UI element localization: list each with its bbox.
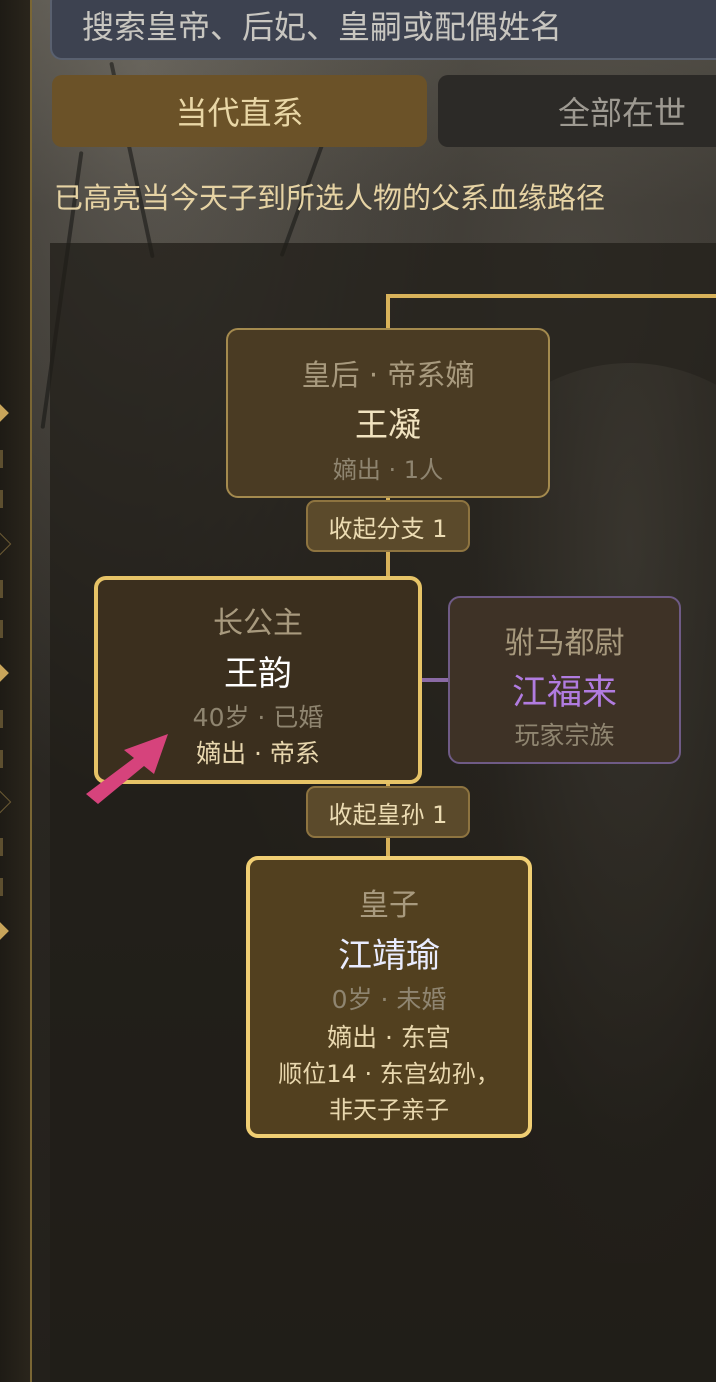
empress-name: 王凝 [355,405,421,444]
rail-diamond-outline-icon [0,790,12,814]
empress-title: 皇后 · 帝系嫡 [301,358,475,392]
search-input[interactable]: 搜索皇帝、后妃、皇嗣或配偶姓名 [50,0,716,60]
lineage-hint-text: 已高亮当今天子到所选人物的父系血缘路径 [54,181,606,215]
empress-card[interactable]: 皇后 · 帝系嫡 王凝 嫡出 · 1人 [226,328,550,498]
rail-tick [0,580,3,598]
rail-tick [0,878,3,896]
empress-sub: 嫡出 · 1人 [332,456,444,484]
prince-age-status: 0岁 · 未婚 [331,985,447,1014]
marriage-connector [422,678,450,682]
rail-diamond-icon [0,663,9,683]
connector-line [386,294,390,330]
rail-tick [0,450,3,468]
screen: 搜索皇帝、后妃、皇嗣或配偶姓名 当代直系 全部在世 已高亮当今天子到所选人物的父… [0,0,716,1382]
left-rail [0,0,32,1382]
rail-tick [0,490,3,508]
prince-card[interactable]: 皇子 江靖瑜 0岁 · 未婚 嫡出 · 东宫 顺位14 · 东宫幼孙， 非天子亲… [246,856,532,1138]
rail-diamond-outline-icon [0,532,12,556]
prince-note-line1: 顺位14 · 东宫幼孙， [278,1060,500,1088]
pink-arrow-icon [86,734,168,804]
prince-note-line2: 非天子亲子 [329,1096,449,1124]
prince-title: 皇子 [359,888,419,923]
rail-tick [0,620,3,638]
rail-tick [0,710,3,728]
rail-diamond-icon [0,403,9,423]
consort-name: 江福来 [511,673,617,713]
consort-title: 驸马都尉 [504,626,625,661]
rail-tick [0,750,3,768]
rail-tick [0,838,3,856]
princess-name: 王韵 [224,654,292,694]
tab-all-living[interactable]: 全部在世 [438,75,716,147]
consort-sub: 玩家宗族 [514,721,615,750]
prince-lineage: 嫡出 · 东宫 [327,1023,451,1052]
collapse-grandchildren-button[interactable]: 收起皇孙 1 [306,786,470,838]
prince-name: 江靖瑜 [338,936,440,976]
tab-current-direct[interactable]: 当代直系 [52,75,427,147]
collapse-branch-button[interactable]: 收起分支 1 [306,500,470,552]
consort-card[interactable]: 驸马都尉 江福来 玩家宗族 [448,596,681,764]
search-placeholder: 搜索皇帝、后妃、皇嗣或配偶姓名 [82,8,563,46]
rail-diamond-icon [0,921,9,941]
princess-title: 长公主 [213,606,303,641]
connector-line [386,294,716,298]
